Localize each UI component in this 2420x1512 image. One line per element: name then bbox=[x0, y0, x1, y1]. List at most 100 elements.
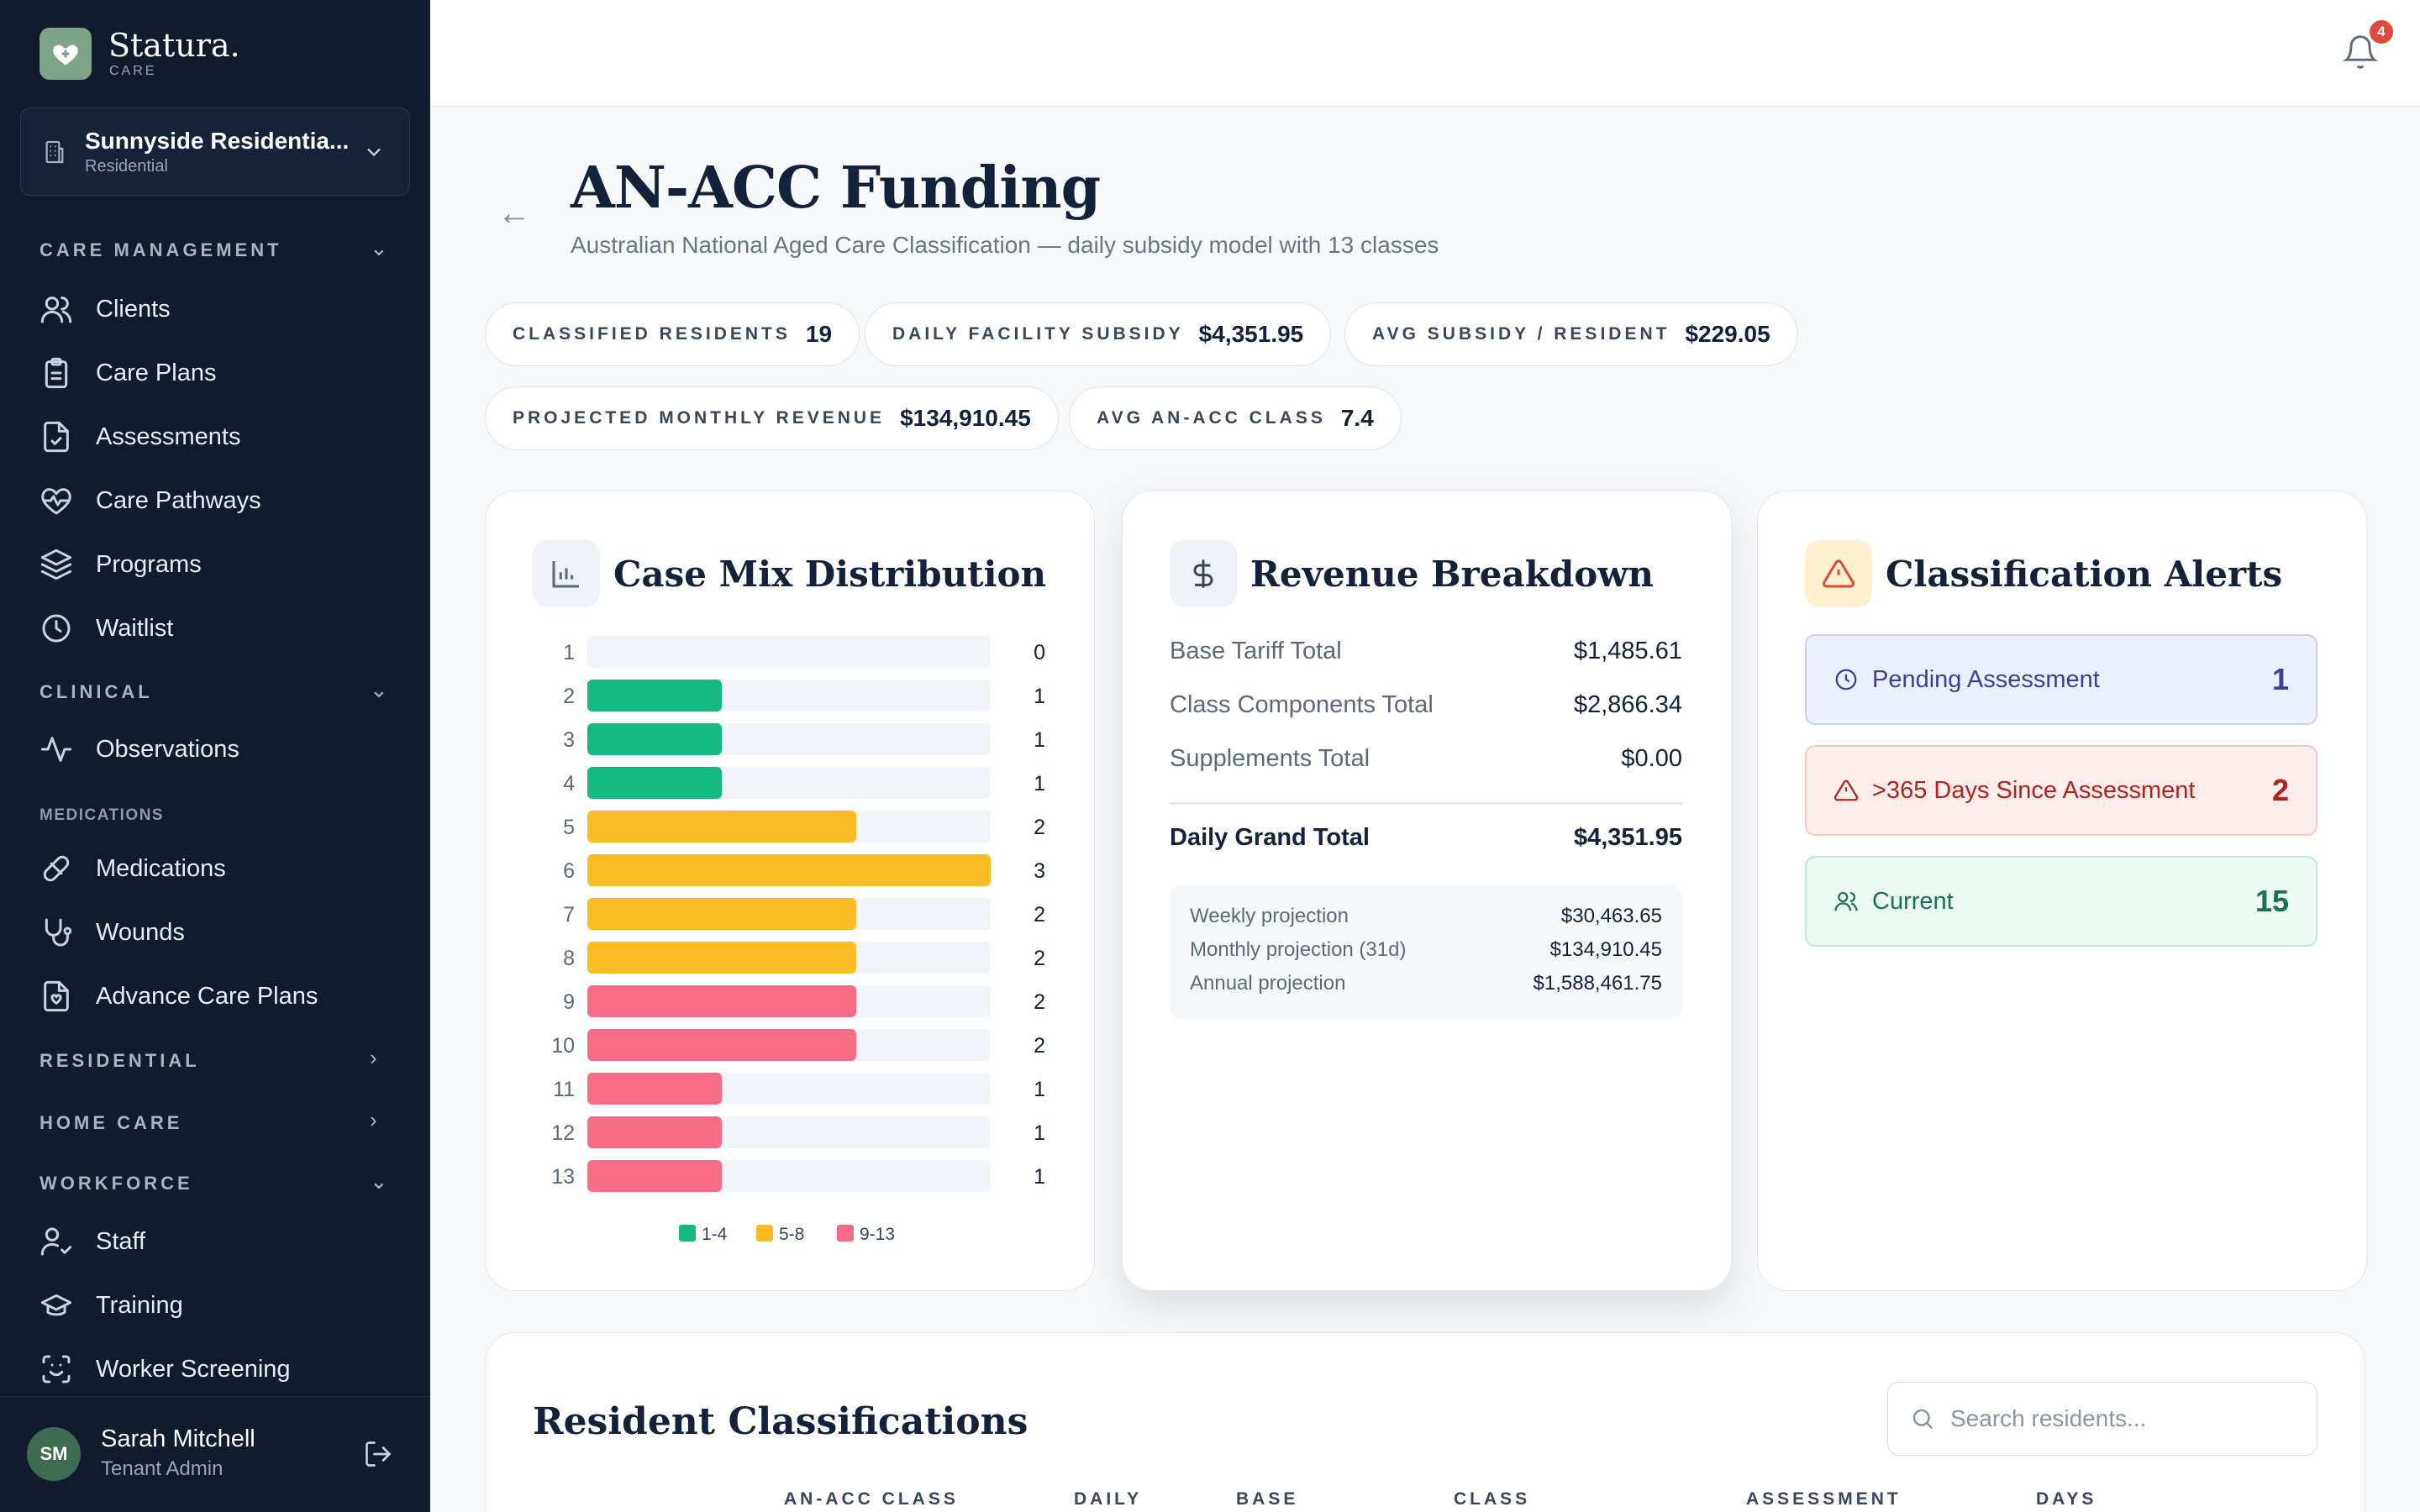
bar-track bbox=[587, 636, 991, 668]
grand-total-label: Daily Grand Total bbox=[1170, 824, 1370, 851]
column-header[interactable]: DAILY bbox=[1074, 1489, 1142, 1509]
sidebar-item-observations[interactable]: Observations bbox=[39, 730, 239, 769]
stat-label: PROJECTED MONTHLY REVENUE bbox=[513, 408, 886, 428]
alert-pending-assessment[interactable]: Pending Assessment 1 bbox=[1805, 634, 2317, 725]
sidebar-item-clients[interactable]: Clients bbox=[39, 290, 171, 328]
revenue-row: Base Tariff Total $1,485.61 bbox=[1170, 638, 1682, 665]
alert-count: 1 bbox=[2271, 662, 2289, 696]
sidebar-item-waitlist[interactable]: Waitlist bbox=[39, 609, 173, 648]
chevron-down-icon bbox=[367, 148, 381, 156]
revenue-row: Supplements Total $0.00 bbox=[1170, 745, 1682, 773]
value-label: 2 bbox=[1034, 903, 1045, 927]
alert-label: Pending Assessment bbox=[1872, 665, 2100, 693]
back-arrow-icon[interactable]: ← bbox=[497, 195, 531, 233]
column-header[interactable]: BASE bbox=[1236, 1489, 1298, 1509]
file-check-icon bbox=[44, 421, 69, 453]
sidebar-item-label: Medications bbox=[96, 854, 226, 882]
sidebar-item-worker-screening[interactable]: Worker Screening bbox=[39, 1350, 291, 1389]
user-check-icon bbox=[40, 1227, 72, 1256]
category-label: 7 bbox=[563, 903, 575, 927]
category-label: 13 bbox=[551, 1165, 575, 1189]
chevron-right-icon[interactable]: › bbox=[370, 1107, 377, 1133]
search-input[interactable] bbox=[1950, 1405, 2303, 1432]
sidebar-item-wounds[interactable]: Wounds bbox=[39, 913, 185, 952]
chevron-down-icon[interactable]: ⌄ bbox=[370, 1168, 388, 1194]
logout-icon[interactable] bbox=[363, 1439, 393, 1469]
building-icon bbox=[45, 140, 64, 163]
sidebar-item-staff[interactable]: Staff bbox=[39, 1222, 145, 1261]
section-residential[interactable]: RESIDENTIAL bbox=[39, 1050, 200, 1072]
sidebar-item-medications[interactable]: Medications bbox=[39, 849, 226, 888]
projection-label: Weekly projection bbox=[1190, 905, 1349, 927]
section-clinical[interactable]: CLINICAL bbox=[39, 681, 153, 703]
activity-icon bbox=[40, 737, 72, 762]
category-label: 5 bbox=[563, 816, 575, 839]
value-label: 1 bbox=[1034, 728, 1045, 752]
alert-count: 15 bbox=[2254, 884, 2289, 918]
search-box[interactable] bbox=[1887, 1382, 2317, 1456]
sidebar: Statura. CARE Sunnyside Residentia... Re… bbox=[0, 0, 430, 1512]
stat-label: CLASSIFIED RESIDENTS bbox=[513, 324, 791, 344]
bar bbox=[587, 854, 991, 886]
users-icon bbox=[1834, 891, 1858, 911]
user-role: Tenant Admin bbox=[101, 1457, 224, 1480]
sidebar-item-programs[interactable]: Programs bbox=[39, 545, 202, 584]
sidebar-item-advance-care-plans[interactable]: Advance Care Plans bbox=[39, 977, 318, 1016]
bar bbox=[587, 942, 856, 974]
sidebar-item-assessments[interactable]: Assessments bbox=[39, 417, 240, 456]
category-label: 9 bbox=[563, 990, 575, 1014]
avatar[interactable]: SM bbox=[27, 1427, 81, 1481]
chevron-down-icon[interactable]: ⌄ bbox=[370, 235, 388, 261]
notification-badge: 4 bbox=[2370, 20, 2393, 44]
grand-total-value: $4,351.95 bbox=[1573, 824, 1682, 851]
bar bbox=[587, 1029, 856, 1061]
category-label: 12 bbox=[551, 1121, 575, 1145]
alert-overdue-assessment[interactable]: >365 Days Since Assessment 2 bbox=[1805, 745, 2317, 836]
chevron-right-icon[interactable]: › bbox=[370, 1045, 377, 1071]
alert-count: 2 bbox=[2271, 773, 2289, 807]
section-home-care[interactable]: HOME CARE bbox=[39, 1112, 182, 1134]
alert-label: Current bbox=[1872, 887, 1954, 915]
logo[interactable]: Statura. CARE bbox=[39, 28, 240, 80]
heart-logo-icon bbox=[39, 28, 92, 80]
legend-swatch bbox=[679, 1225, 696, 1242]
section-workforce[interactable]: WORKFORCE bbox=[39, 1173, 193, 1194]
column-header[interactable]: CLASS bbox=[1454, 1489, 1530, 1509]
table-title: Resident Classifications bbox=[533, 1400, 1028, 1443]
column-header[interactable]: ASSESSMENT bbox=[1746, 1489, 1902, 1509]
bar bbox=[587, 1116, 722, 1148]
bar bbox=[587, 985, 856, 1017]
facility-name: Sunnyside Residentia... bbox=[85, 127, 350, 154]
category-label: 1 bbox=[563, 641, 575, 664]
bar bbox=[587, 1073, 722, 1105]
scan-face-icon bbox=[42, 1355, 71, 1383]
case-mix-chart: 1 02 13 14 15 26 37 28 29 210 211 112 113 11-4 5-8 9-13 bbox=[551, 636, 1045, 1244]
column-header[interactable]: AN-ACC CLASS bbox=[784, 1489, 959, 1509]
stat-projected-monthly-revenue: PROJECTED MONTHLY REVENUE $134,910.45 bbox=[485, 386, 1059, 450]
stat-value: 7.4 bbox=[1340, 405, 1374, 431]
section-care-management[interactable]: CARE MANAGEMENT bbox=[39, 239, 282, 261]
alert-current[interactable]: Current 15 bbox=[1805, 856, 2317, 947]
projection-row: Annual projection $1,588,461.75 bbox=[1190, 972, 1662, 995]
category-label: 8 bbox=[563, 947, 575, 970]
alert-triangle-icon bbox=[1805, 540, 1872, 607]
sidebar-item-care-pathways[interactable]: Care Pathways bbox=[39, 481, 261, 520]
grand-total-row: Daily Grand Total $4,351.95 bbox=[1170, 824, 1682, 852]
value-label: 0 bbox=[1034, 641, 1045, 664]
page-subtitle: Australian National Aged Care Classifica… bbox=[571, 232, 1439, 258]
value-label: 1 bbox=[1034, 1165, 1045, 1189]
clock-icon bbox=[42, 614, 71, 643]
chevron-down-icon[interactable]: ⌄ bbox=[370, 677, 388, 703]
clipboard-icon bbox=[45, 357, 68, 389]
bar bbox=[587, 723, 722, 755]
sidebar-item-care-plans[interactable]: Care Plans bbox=[39, 354, 216, 392]
revenue-row: Class Components Total $2,866.34 bbox=[1170, 691, 1682, 719]
graduation-cap-icon bbox=[40, 1294, 72, 1316]
column-header[interactable]: DAYS bbox=[2036, 1489, 2096, 1509]
bar bbox=[587, 898, 856, 930]
facility-selector[interactable]: Sunnyside Residentia... Residential bbox=[20, 108, 410, 196]
app-name: Statura. bbox=[108, 27, 240, 64]
category-label: 4 bbox=[563, 772, 575, 795]
sidebar-item-training[interactable]: Training bbox=[39, 1286, 183, 1325]
revenue-label: Base Tariff Total bbox=[1170, 638, 1342, 664]
